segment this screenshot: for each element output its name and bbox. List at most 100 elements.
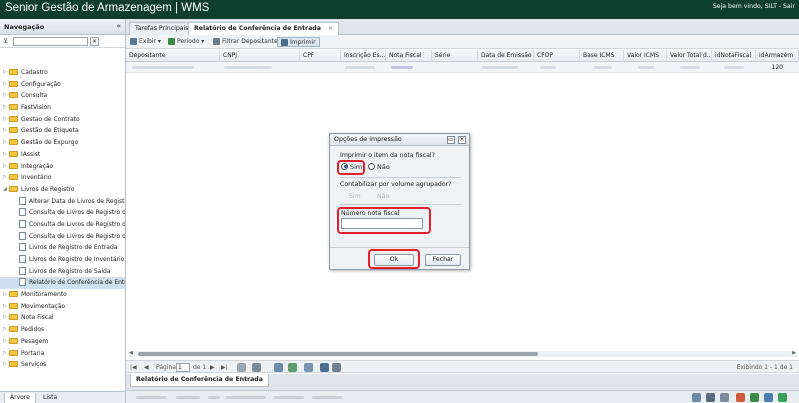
status-ok-icon[interactable] [750,393,759,402]
column-header[interactable]: Série [432,50,478,62]
ok-button[interactable]: Ok [374,254,414,266]
table-row[interactable]: 120 [126,62,799,73]
bottom-tab-relatorio[interactable]: Relatório de Conferência de Entrada [130,374,269,387]
column-header[interactable]: idNotaFiscal [712,50,756,62]
sidebar-item[interactable]: ▷ Nota Fiscal [0,312,125,324]
expanded-arrow-icon[interactable]: ◢ [3,184,7,196]
sidebar-item[interactable]: ▷ Movimentação [0,301,125,313]
collapsed-arrow-icon[interactable]: ▷ [3,359,7,371]
sidebar-item[interactable]: ▷ Integração [0,161,125,173]
collapsed-arrow-icon[interactable]: ▷ [3,289,7,301]
sidebar-item[interactable]: ▷ Cadastro [0,67,125,79]
sidebar-item[interactable]: ▷ Consulta [0,90,125,102]
collapsed-arrow-icon[interactable]: ▷ [3,149,7,161]
first-page-icon[interactable]: |◀ [130,363,137,372]
collapsed-arrow-icon[interactable]: ▷ [3,90,7,102]
sidebar-item[interactable]: Livros de Registro de Entrada [0,242,125,254]
scroll-right-icon[interactable]: ▶ [792,350,796,356]
column-header[interactable]: CPF [300,50,341,62]
scroll-left-icon[interactable]: ◀ [129,350,133,356]
sidebar-item[interactable]: Consulta de Livros de Registro de [0,219,125,231]
monitor-icon[interactable] [692,393,701,402]
tab-tarefas-principais[interactable]: Tarefas Principais [129,22,195,35]
online-icon[interactable] [778,393,787,402]
chart-icon[interactable] [288,363,297,372]
settings-icon[interactable] [252,363,261,372]
search-icon[interactable] [274,363,283,372]
nota-fiscal-input[interactable] [341,218,423,229]
sidebar-item[interactable]: ▷ Configuração [0,79,125,91]
column-header[interactable]: Data de Emissão [478,50,534,62]
collapsed-arrow-icon[interactable]: ▷ [3,301,7,313]
collapse-sidebar-icon[interactable]: « [116,22,121,30]
column-header[interactable]: Depositante [126,50,220,62]
alert-icon[interactable] [736,393,745,402]
sidebar-item[interactable]: Livros de Registro de Saída [0,266,125,278]
collapsed-arrow-icon[interactable]: ▷ [3,336,7,348]
tab-lista[interactable]: Lista [38,393,62,403]
welcome-logout-link[interactable]: Seja bem vindo, SILT - Sair [713,3,795,10]
collapsed-arrow-icon[interactable]: ▷ [3,114,7,126]
save-icon[interactable] [320,363,329,372]
column-header[interactable]: CFOP [534,50,580,62]
column-header[interactable]: Inscrição Es... [341,50,386,62]
sidebar-item[interactable]: ▷ Inventário [0,172,125,184]
next-page-icon[interactable]: ▶ [210,363,215,372]
radio-sim[interactable]: Sim [341,162,362,173]
sidebar-item[interactable]: ▷ Serviços [0,359,125,371]
collapsed-arrow-icon[interactable]: ▷ [3,137,7,149]
sidebar-item[interactable]: ▷ Gestão de Expurgo [0,137,125,149]
close-tab-icon[interactable]: × [328,25,333,32]
clear-filter-button[interactable]: × [90,37,99,46]
column-header[interactable]: Nota Fiscal [386,50,432,62]
sidebar-item[interactable]: ▷ Portaria [0,348,125,360]
sidebar-item[interactable]: Consulta de Livros de Registro de [0,231,125,243]
columns-icon[interactable] [332,363,341,372]
filtrar-depositante-button[interactable]: Filtrar Depositante [213,37,278,47]
collapsed-arrow-icon[interactable]: ▷ [3,102,7,114]
column-header[interactable]: Valor Total d... [667,50,712,62]
last-page-icon[interactable]: ▶| [221,363,228,372]
collapsed-arrow-icon[interactable]: ▷ [3,348,7,360]
column-header[interactable]: Base ICMS [580,50,624,62]
scroll-thumb[interactable] [138,352,538,356]
collapsed-arrow-icon[interactable]: ▷ [3,161,7,173]
refresh-icon[interactable] [237,363,246,372]
sidebar-item[interactable]: ▷ Gestao de Contrato [0,114,125,126]
column-header[interactable]: Valor ICMS [624,50,667,62]
close-icon[interactable]: × [458,136,466,144]
sidebar-item[interactable]: ◢ Livros de Registro [0,184,125,196]
filter-icon[interactable]: ⊻ [3,37,8,45]
exibir-button[interactable]: Exibir ▾ [130,37,161,47]
imprimir-button[interactable]: Imprimir [277,37,320,47]
sidebar-item[interactable]: ▷ Pedidos [0,324,125,336]
sidebar-item[interactable]: ▷ FastVision [0,102,125,114]
help-icon[interactable] [706,393,715,402]
collapsed-arrow-icon[interactable]: ▷ [3,125,7,137]
periodo-button[interactable]: Período ▾ [168,37,204,47]
radio-nao[interactable]: Não [368,162,390,173]
collapsed-arrow-icon[interactable]: ▷ [3,312,7,324]
previous-page-icon[interactable]: ◀ [144,363,149,372]
collapsed-arrow-icon[interactable]: ▷ [3,324,7,336]
horizontal-scrollbar[interactable]: ◀ ▶ [128,350,797,357]
info-icon[interactable] [764,393,773,402]
tab-arvore[interactable]: Árvore [4,393,36,403]
collapsed-arrow-icon[interactable]: ▷ [3,172,7,184]
sidebar-item[interactable]: ▷ Gestão de Etiqueta [0,125,125,137]
export-icon[interactable] [304,363,313,372]
column-header[interactable]: idArmazém [756,50,799,62]
maximize-icon[interactable]: ▭ [446,136,455,144]
sidebar-item[interactable]: ▷ Pesagem [0,336,125,348]
sidebar-search-input[interactable] [13,37,88,46]
fechar-button[interactable]: Fechar [425,254,461,266]
sidebar-item[interactable]: Relatório de Conferência de Entra [0,277,125,290]
column-header[interactable]: CNPJ [220,50,300,62]
sidebar-item[interactable]: Alterar Data de Livros de Registro [0,196,125,208]
collapsed-arrow-icon[interactable]: ▷ [3,67,7,79]
sidebar-item[interactable]: ▷ IAssist [0,149,125,161]
page-number-input[interactable]: 1 [176,363,190,372]
sidebar-item[interactable]: ▷ Monitoramento [0,289,125,301]
tab-relatorio-conferencia[interactable]: Relatório de Conferência de Entrada × [188,22,340,35]
settings-icon[interactable] [720,393,729,402]
